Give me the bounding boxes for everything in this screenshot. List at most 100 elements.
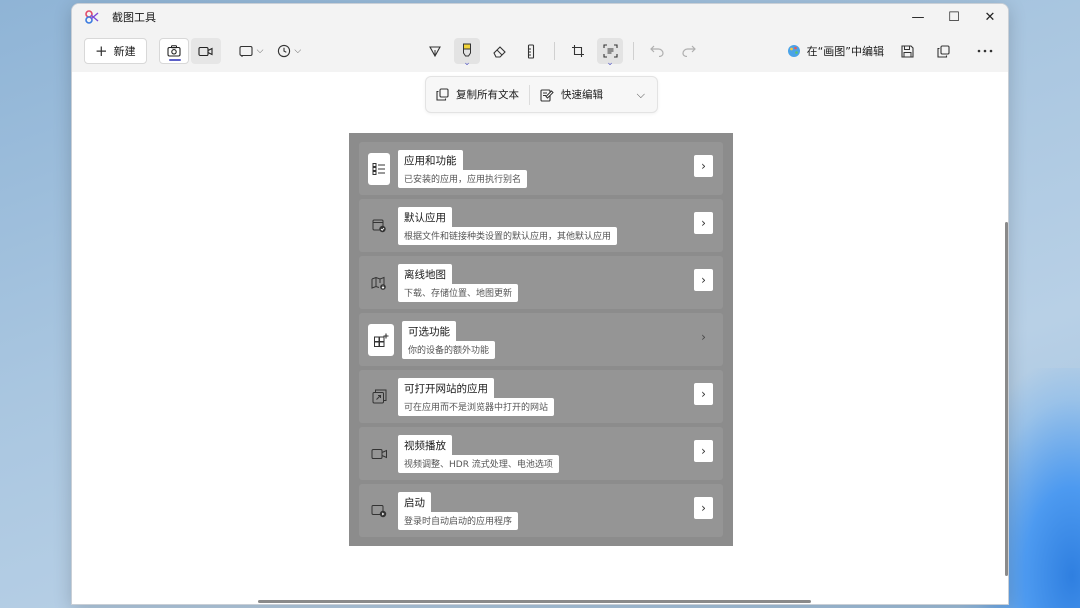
- text-actions-button[interactable]: [597, 38, 623, 68]
- app-title: 截图工具: [112, 11, 156, 24]
- video-playback-icon: [368, 438, 390, 470]
- edit-in-paint-button[interactable]: 在“画图”中编辑: [787, 43, 884, 59]
- delay-dropdown[interactable]: ⌵: [277, 38, 301, 64]
- screenshot-mode-button[interactable]: [158, 38, 189, 64]
- eraser-icon: [492, 45, 506, 58]
- item-subtitle: 已安装的应用，应用执行别名: [398, 169, 528, 188]
- chevron-right-icon: ›: [694, 383, 713, 405]
- capture-mode-group: [158, 38, 221, 64]
- ballpoint-pen-button[interactable]: [422, 38, 448, 64]
- chevron-right-icon: ›: [701, 330, 706, 344]
- paint-icon: [787, 45, 800, 57]
- undo-icon: [650, 45, 664, 57]
- maximize-icon: ☐: [948, 9, 960, 25]
- new-snip-label: 新建: [113, 45, 136, 58]
- more-options-button[interactable]: [972, 38, 998, 64]
- item-subtitle: 下载、存储位置、地图更新: [398, 283, 519, 302]
- optional-features-icon: [368, 323, 394, 356]
- apps-for-websites-icon: [368, 381, 390, 413]
- quick-edit-label: 快速编辑: [561, 89, 603, 101]
- clock-icon: [278, 44, 291, 58]
- captured-screenshot: 应用和功能 已安装的应用，应用执行别名 › 默认应用 根据文件和链接种类设置的默…: [349, 133, 733, 546]
- crop-icon: [572, 45, 584, 57]
- default-apps-icon: [368, 210, 390, 242]
- copy-all-text-button[interactable]: 复制所有文本: [426, 77, 529, 112]
- offline-map-icon: [368, 267, 390, 299]
- maximize-button[interactable]: ☐: [936, 4, 972, 30]
- eraser-button[interactable]: [486, 38, 512, 64]
- annotation-tools: [422, 38, 702, 68]
- highlighter-icon: [463, 43, 471, 57]
- item-title: 视频播放: [398, 434, 452, 455]
- snip-shape-dropdown[interactable]: ⌵: [239, 38, 264, 64]
- camera-icon: [167, 45, 181, 57]
- title-bar: 截图工具 — ☐ ✕: [72, 4, 1008, 30]
- horizontal-scrollbar[interactable]: [258, 600, 811, 603]
- list-item[interactable]: 启动 登录时自动启动的应用程序 ›: [359, 484, 723, 537]
- video-camera-icon: [198, 46, 213, 56]
- ruler-icon: [527, 43, 535, 59]
- redo-button[interactable]: [676, 38, 702, 64]
- chevron-down-icon: ⌵: [256, 46, 264, 56]
- undo-button[interactable]: [644, 38, 670, 64]
- toolbar-divider: [554, 42, 555, 60]
- item-title: 可打开网站的应用: [398, 377, 494, 398]
- toolbar: + 新建 ⌵ ⌵ ⌄ ⌄ 在“画图”中编辑: [72, 30, 1008, 72]
- rectangle-snip-icon: [239, 45, 253, 57]
- new-snip-button[interactable]: + 新建: [84, 38, 147, 64]
- chevron-right-icon: ›: [694, 212, 713, 234]
- list-item[interactable]: 视频播放 视频调整、HDR 流式处理、电池选项 ›: [359, 427, 723, 480]
- ballpoint-pen-icon: [429, 46, 441, 58]
- minimize-button[interactable]: —: [900, 4, 936, 30]
- snipping-tool-window: 截图工具 — ☐ ✕ + 新建 ⌵ ⌵ ⌄ ⌄ 在“画图”中编辑 复制所有文本 …: [71, 3, 1009, 605]
- ruler-button[interactable]: [518, 38, 544, 64]
- save-icon: [900, 44, 914, 58]
- highlighter-button[interactable]: [454, 38, 480, 68]
- plus-icon: +: [95, 41, 108, 60]
- chevron-right-icon: ›: [694, 269, 713, 291]
- copy-text-icon: [436, 88, 449, 101]
- text-actions-bar: 复制所有文本 快速编辑 ⌵: [425, 76, 658, 113]
- snipping-tool-icon: [84, 9, 100, 25]
- quick-edit-icon: [540, 88, 554, 102]
- item-title: 默认应用: [398, 206, 452, 227]
- item-subtitle: 视频调整、HDR 流式处理、电池选项: [398, 454, 559, 473]
- video-mode-button[interactable]: [190, 38, 221, 64]
- toolbar-divider: [633, 42, 634, 60]
- chevron-down-icon[interactable]: ⌵: [637, 88, 645, 102]
- list-item[interactable]: 离线地图 下载、存储位置、地图更新 ›: [359, 256, 723, 309]
- minimize-icon: —: [911, 9, 925, 25]
- crop-button[interactable]: [565, 38, 591, 64]
- chevron-right-icon: ›: [694, 497, 713, 519]
- copy-all-text-label: 复制所有文本: [456, 89, 519, 101]
- item-title: 可选功能: [402, 320, 456, 341]
- item-subtitle: 可在应用而不是浏览器中打开的网站: [398, 397, 555, 416]
- save-button[interactable]: [894, 38, 920, 64]
- close-button[interactable]: ✕: [972, 4, 1008, 30]
- chevron-right-icon: ›: [694, 155, 713, 177]
- more-icon: [977, 49, 993, 53]
- chevron-right-icon: ›: [694, 440, 713, 462]
- list-item[interactable]: 可选功能 你的设备的额外功能 ›: [359, 313, 723, 366]
- text-actions-icon: [602, 44, 618, 58]
- edit-in-paint-label: 在“画图”中编辑: [806, 45, 884, 58]
- vertical-scrollbar[interactable]: [1005, 222, 1008, 576]
- apps-list-icon: [368, 152, 390, 185]
- copy-icon: [936, 44, 950, 58]
- quick-edit-button[interactable]: 快速编辑: [530, 77, 613, 112]
- item-title: 启动: [398, 491, 431, 512]
- list-item[interactable]: 可打开网站的应用 可在应用而不是浏览器中打开的网站 ›: [359, 370, 723, 423]
- canvas-area: 复制所有文本 快速编辑 ⌵ 应用和功能 已安装的应用，应用执行别名 › 默认应用…: [72, 72, 1008, 604]
- startup-icon: [368, 495, 390, 527]
- copy-button[interactable]: [930, 38, 956, 64]
- close-icon: ✕: [984, 9, 996, 25]
- list-item[interactable]: 默认应用 根据文件和链接种类设置的默认应用，其他默认应用 ›: [359, 199, 723, 252]
- redo-icon: [682, 45, 696, 57]
- item-subtitle: 登录时自动启动的应用程序: [398, 511, 519, 530]
- item-subtitle: 根据文件和链接种类设置的默认应用，其他默认应用: [398, 226, 618, 245]
- item-title: 离线地图: [398, 263, 452, 284]
- item-subtitle: 你的设备的额外功能: [402, 340, 496, 359]
- list-item[interactable]: 应用和功能 已安装的应用，应用执行别名 ›: [359, 142, 723, 195]
- chevron-down-icon: ⌵: [294, 46, 302, 56]
- item-title: 应用和功能: [398, 149, 463, 170]
